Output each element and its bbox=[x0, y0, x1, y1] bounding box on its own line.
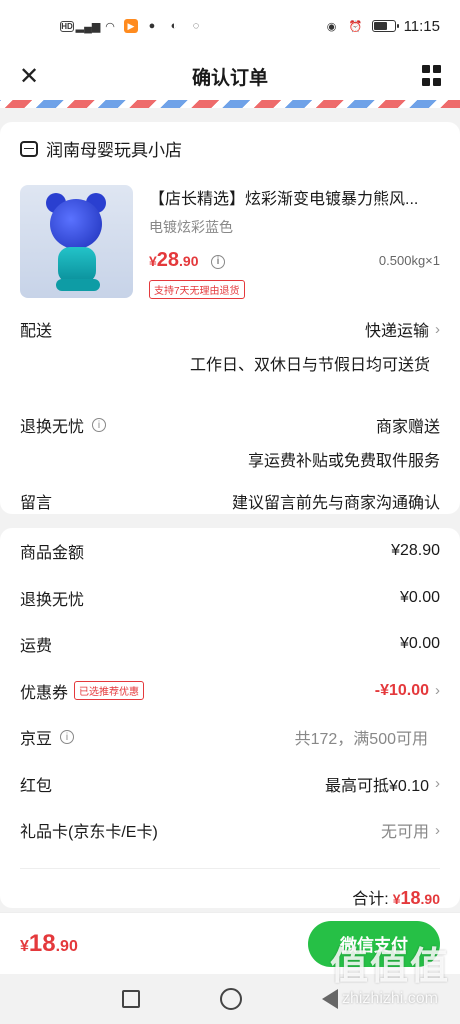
recent-apps-icon[interactable] bbox=[122, 990, 140, 1008]
coupon-tag: 已选推荐优惠 bbox=[74, 681, 145, 701]
status-right: ◉ ⏰ 11:15 bbox=[324, 18, 440, 35]
giftcard-value[interactable]: 无可用 › bbox=[381, 818, 440, 842]
shipping-value: ¥0.00 bbox=[399, 635, 440, 653]
shop-header[interactable]: 润南母婴玩具小店 bbox=[20, 136, 440, 161]
pay-total: ¥18.90 bbox=[20, 929, 78, 957]
address-stripe bbox=[0, 100, 460, 108]
grid-icon[interactable] bbox=[422, 65, 444, 87]
close-icon[interactable]: ✕ bbox=[16, 63, 42, 90]
status-bar: HD ▂▄▆ ◠ ▶ ● ◐ ◌ ◉ ⏰ 11:15 bbox=[0, 0, 460, 52]
giftcard-row[interactable]: 礼品卡(京东卡/E卡) 无可用 › bbox=[20, 807, 440, 854]
goods-amount-label: 商品金额 bbox=[20, 545, 85, 563]
info-icon[interactable]: i bbox=[92, 418, 107, 432]
shop-icon bbox=[20, 140, 38, 157]
return-worry-note: 享运费补贴或免费取件服务 bbox=[247, 453, 440, 470]
status-left: HD ▂▄▆ ◠ ▶ ● ◐ ◌ bbox=[60, 19, 204, 33]
jingdou-value: 共172，满500可用 bbox=[294, 731, 428, 749]
battery-icon bbox=[371, 20, 399, 32]
battery-fill bbox=[373, 22, 387, 30]
product-info: 【店长精选】炫彩渐变电镀暴力熊风... 电镀炫彩蓝色 ¥28.90 i 0.50… bbox=[149, 185, 440, 299]
jingdou-label: 京豆 i bbox=[20, 725, 75, 749]
delivery-section[interactable]: 配送 快递运输 › 工作日、双休日与节假日均可送货 bbox=[20, 317, 440, 375]
coupon-label: 优惠券 已选推荐优惠 bbox=[20, 679, 145, 703]
chevron-right-icon: › bbox=[435, 682, 440, 700]
system-nav-bar bbox=[0, 974, 460, 1024]
return-worry-fee-value: ¥0.00 bbox=[399, 588, 440, 606]
wifi-icon: ◠ bbox=[105, 20, 115, 33]
message-row[interactable]: 留言 建议留言前先与商家沟通确认 bbox=[20, 489, 440, 513]
return-worry-value: 商家赠送 bbox=[375, 419, 440, 436]
chat-icon: ◌ bbox=[192, 20, 200, 32]
return-policy-tag: 支持7天无理由退货 bbox=[149, 280, 245, 299]
delivery-value[interactable]: 快递运输 › bbox=[365, 317, 440, 341]
clock: 11:15 bbox=[403, 17, 440, 35]
giftcard-label: 礼品卡(京东卡/E卡) bbox=[20, 824, 158, 842]
delivery-label: 配送 bbox=[20, 323, 53, 340]
summary-card: 商品金额 ¥28.90 退换无忧 ¥0.00 运费 ¥0.00 优惠券 已选推荐优… bbox=[0, 528, 460, 908]
app-notification-icon: ▶ bbox=[124, 19, 138, 33]
product-price-row: ¥28.90 i 0.500kg×1 bbox=[149, 249, 440, 272]
product-price: ¥28.90 i bbox=[149, 249, 225, 272]
return-worry-label: 退换无忧 i bbox=[20, 413, 107, 437]
redpacket-row[interactable]: 红包 最高可抵¥0.10 › bbox=[20, 761, 440, 808]
alarm-icon: ⏰ bbox=[348, 20, 363, 33]
total-value: ¥18.90 bbox=[392, 887, 440, 908]
message-label: 留言 bbox=[20, 495, 53, 512]
product-item[interactable]: 【店长精选】炫彩渐变电镀暴力熊风... 电镀炫彩蓝色 ¥28.90 i 0.50… bbox=[20, 185, 440, 299]
message-input[interactable]: 建议留言前先与商家沟通确认 bbox=[232, 489, 440, 513]
back-icon[interactable] bbox=[322, 989, 338, 1009]
return-worry-fee-row: 退换无忧 ¥0.00 bbox=[20, 575, 440, 622]
hd-icon: HD bbox=[60, 20, 74, 32]
chevron-right-icon: › bbox=[435, 320, 440, 338]
browser-icon: ◐ bbox=[170, 20, 178, 32]
redpacket-label: 红包 bbox=[20, 777, 53, 795]
total-row: 合计: ¥18.90 bbox=[20, 869, 440, 909]
coupon-value[interactable]: -¥10.00 › bbox=[375, 682, 440, 700]
product-title: 【店长精选】炫彩渐变电镀暴力熊风... bbox=[149, 191, 419, 208]
info-icon[interactable]: i bbox=[210, 254, 225, 269]
title-bar: ✕ 确认订单 bbox=[0, 52, 460, 100]
redpacket-value[interactable]: 最高可抵¥0.10 › bbox=[325, 772, 440, 796]
eye-icon: ◉ bbox=[326, 20, 337, 33]
return-worry-section[interactable]: 退换无忧 i 商家赠送 享运费补贴或免费取件服务 bbox=[20, 413, 440, 471]
wechat-pay-button[interactable]: 微信支付 bbox=[308, 920, 440, 967]
chevron-right-icon: › bbox=[435, 821, 440, 839]
chevron-right-icon: › bbox=[435, 775, 440, 793]
pay-bar: ¥18.90 微信支付 bbox=[0, 912, 460, 974]
page-title: 确认订单 bbox=[191, 67, 268, 89]
return-worry-fee-label: 退换无忧 bbox=[20, 591, 85, 609]
goods-amount-value: ¥28.90 bbox=[391, 542, 440, 560]
signal-icon: ▂▄▆ bbox=[75, 20, 101, 33]
info-icon[interactable]: i bbox=[60, 730, 75, 745]
goods-amount-row: 商品金额 ¥28.90 bbox=[20, 528, 440, 575]
delivery-note: 工作日、双休日与节假日均可送货 bbox=[189, 357, 430, 374]
shop-name: 润南母婴玩具小店 bbox=[46, 141, 182, 160]
product-spec: 电镀炫彩蓝色 bbox=[149, 219, 233, 235]
product-image[interactable] bbox=[20, 185, 133, 298]
shop-card: 润南母婴玩具小店 【店长精选】炫彩渐变电镀暴力熊风... 电镀炫彩蓝色 ¥28.… bbox=[0, 122, 460, 514]
coupon-row[interactable]: 优惠券 已选推荐优惠 -¥10.00 › bbox=[20, 668, 440, 715]
total-label: 合计: bbox=[352, 890, 389, 908]
qq-icon: ● bbox=[148, 20, 156, 32]
jingdou-row[interactable]: 京豆 i 共172，满500可用 bbox=[20, 714, 440, 761]
shipping-label: 运费 bbox=[20, 638, 53, 656]
product-quantity: 0.500kg×1 bbox=[378, 253, 440, 268]
shipping-row: 运费 ¥0.00 bbox=[20, 621, 440, 668]
home-icon[interactable] bbox=[220, 988, 242, 1010]
